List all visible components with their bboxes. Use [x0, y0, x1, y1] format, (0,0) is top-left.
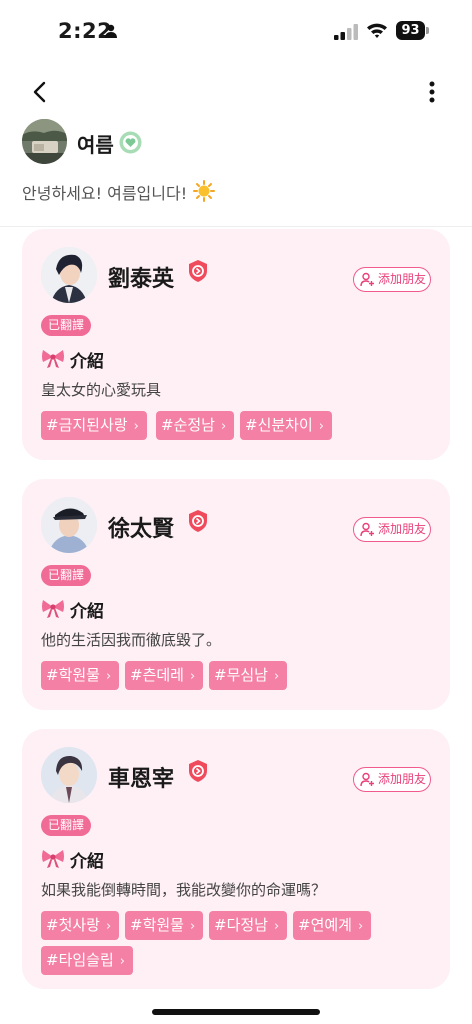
add-friend-icon	[360, 272, 374, 287]
tag-label: #타임슬립	[46, 951, 114, 969]
character-card[interactable]: 車恩宰 添加朋友 已翻譯 介紹 如果我能倒轉時間，我能改變你的命運嗎？ #첫사랑…	[22, 729, 450, 989]
tag[interactable]: #다정남 ›	[209, 911, 288, 940]
character-avatar[interactable]	[41, 497, 97, 553]
tag-label: #신분차이	[245, 416, 313, 434]
add-friend-label: 添加朋友	[378, 772, 427, 786]
chevron-right-icon: ›	[357, 919, 364, 934]
avatar[interactable]	[22, 119, 67, 164]
intro-label: 介紹	[70, 852, 104, 872]
translated-badge: 已翻譯	[41, 815, 92, 836]
tag-label: #첫사랑	[46, 916, 100, 934]
signal-icon	[334, 24, 358, 40]
battery-level: 93	[396, 21, 425, 40]
more-icon[interactable]	[420, 78, 444, 106]
tag[interactable]: #타임슬립 ›	[41, 946, 133, 975]
chevron-right-icon: ›	[318, 419, 324, 434]
tag-label: #연예계	[298, 916, 352, 934]
tag[interactable]: #무심남 ›	[209, 661, 288, 690]
tag-label: #다정남	[214, 916, 268, 934]
character-avatar[interactable]	[41, 747, 97, 803]
add-friend-button[interactable]: 添加朋友	[353, 267, 431, 292]
wifi-icon	[367, 23, 387, 38]
sun-emoji-icon	[193, 180, 215, 202]
chevron-right-icon: ›	[273, 919, 280, 934]
chevron-right-icon: ›	[133, 419, 139, 434]
character-description: 他的生活因我而徹底毀了。	[41, 631, 222, 649]
tag[interactable]: #첫사랑 ›	[41, 911, 120, 940]
character-card[interactable]: 劉泰英 添加朋友 已翻譯 介紹 皇太女的心愛玩具 #금지된사랑 › #순정남 › #…	[22, 229, 450, 460]
character-description: 如果我能倒轉時間，我能改變你的命運嗎？	[41, 881, 327, 899]
tag-label: #무심남	[214, 666, 268, 684]
chevron-right-icon: ›	[105, 919, 112, 934]
battery-icon: 93	[396, 21, 429, 40]
tag-label: #순정남	[161, 416, 215, 434]
tag[interactable]: #순정남 ›	[156, 411, 235, 440]
shield-badge-icon	[189, 760, 207, 782]
tag-label: #츤데레	[130, 666, 184, 684]
shield-badge-icon	[189, 510, 207, 532]
add-friend-button[interactable]: 添加朋友	[353, 767, 431, 792]
tag[interactable]: #신분차이 ›	[240, 411, 332, 440]
tag[interactable]: #금지된사랑 ›	[41, 411, 147, 440]
bow-icon	[42, 600, 64, 618]
bow-icon	[42, 350, 64, 368]
character-description: 皇太女的心愛玩具	[41, 381, 162, 399]
chevron-right-icon: ›	[273, 669, 280, 684]
profile-greeting: 안녕하세요! 여름입니다!	[22, 184, 188, 203]
tag-label: #학원물	[46, 666, 100, 684]
tag-label: #금지된사랑	[46, 416, 128, 434]
divider	[0, 226, 472, 227]
add-friend-label: 添加朋友	[378, 272, 427, 286]
translated-badge: 已翻譯	[41, 565, 92, 586]
tag[interactable]: #학원물 ›	[41, 661, 120, 690]
profile-name: 여름	[77, 133, 114, 157]
add-friend-icon	[360, 522, 374, 537]
home-indicator[interactable]	[152, 1009, 320, 1015]
character-name: 徐太賢	[108, 517, 175, 542]
character-card[interactable]: 徐太賢 添加朋友 已翻譯 介紹 他的生活因我而徹底毀了。 #학원물 › #츤데레 ›…	[22, 479, 450, 710]
add-friend-label: 添加朋友	[378, 522, 427, 536]
tag[interactable]: #연예계 ›	[293, 911, 372, 940]
character-name: 車恩宰	[108, 767, 175, 792]
character-avatar[interactable]	[41, 247, 97, 303]
tag[interactable]: #츤데레 ›	[125, 661, 204, 690]
verified-badge-icon	[119, 131, 142, 154]
profile-header: 여름	[22, 119, 322, 165]
bow-icon	[42, 850, 64, 868]
tag[interactable]: #학원물 ›	[125, 911, 204, 940]
chevron-right-icon: ›	[119, 954, 125, 969]
add-friend-icon	[360, 772, 374, 787]
intro-label: 介紹	[70, 602, 104, 622]
chevron-right-icon: ›	[105, 669, 112, 684]
character-name: 劉泰英	[108, 267, 175, 292]
status-bar: 2:22 93	[0, 0, 472, 62]
chevron-right-icon: ›	[189, 669, 196, 684]
back-arrow-icon[interactable]	[26, 78, 54, 106]
tag-label: #학원물	[130, 916, 184, 934]
translated-badge: 已翻譯	[41, 315, 92, 336]
shield-badge-icon	[189, 260, 207, 282]
chevron-right-icon: ›	[189, 919, 196, 934]
chevron-right-icon: ›	[220, 419, 227, 434]
intro-label: 介紹	[70, 352, 104, 372]
add-friend-button[interactable]: 添加朋友	[353, 517, 431, 542]
person-icon	[105, 24, 117, 38]
